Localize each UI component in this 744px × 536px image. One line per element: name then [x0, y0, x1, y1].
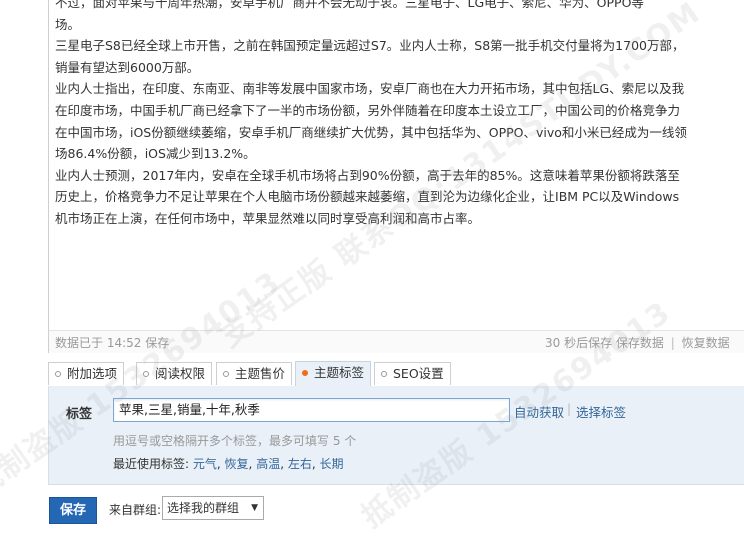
editor-paragraph: 历史上，价格竞争力不足让苹果在个人电脑市场份额越来越萎缩，直到沦为边缘化企业，让… [55, 189, 680, 205]
bullet-icon [143, 370, 149, 377]
editor-paragraph: 三星电子S8已经全球上市开售，之前在韩国预定量远超过S7。业内人士称，S8第一批… [55, 38, 685, 54]
save-data-link[interactable]: 保存数据 [616, 336, 664, 350]
divider: | [567, 402, 572, 416]
auto-fetch-tags-link[interactable]: 自动获取 [514, 402, 564, 421]
editor-paragraph: 业内人士指出，在印度、东南亚、南非等发展中国家市场，安卓厂商也在大力开拓市场，其… [55, 81, 685, 97]
tab-label: 阅读权限 [155, 366, 206, 381]
chevron-down-icon: ▼ [251, 503, 258, 513]
editor-status-bar: 数据已于 14:52 保存 30 秒后保存 保存数据 | 恢复数据 字 [48, 330, 744, 353]
bullet-icon [381, 370, 387, 377]
tab-read-permission[interactable]: 阅读权限 [136, 362, 213, 385]
select-tags-link[interactable]: 选择标签 [576, 402, 626, 421]
bullet-icon [55, 370, 61, 377]
group-select-value: 选择我的群组 [167, 501, 240, 515]
tab-label: 主题标签 [314, 365, 365, 380]
group-select-dropdown[interactable]: 选择我的群组 ▼ [162, 496, 264, 520]
autosave-controls: 30 秒后保存 保存数据 | 恢复数据 字 [545, 334, 744, 351]
editor-paragraph: 销量有望达到6000万部。 [55, 59, 200, 75]
save-button[interactable]: 保存 [49, 497, 97, 524]
editor-paragraph: 在中国市场，iOS份额继续萎缩，安卓手机厂商继续扩大优势，其中包括华为、OPPO… [55, 124, 687, 140]
editor-content[interactable]: 不过，面对苹果与十周年热潮，安卓手机厂商并不会无动于衷。三星电子、LG电子、索尼… [55, 0, 744, 230]
bullet-icon [302, 369, 308, 376]
editor-paragraph: 业内人士预测，2017年内，安卓在全球手机市场将占到90%份额，高于去年的85%… [55, 167, 680, 183]
editor-paragraph: 场。 [55, 16, 81, 32]
recent-tag-link[interactable]: 长期 [320, 457, 344, 471]
post-options-tabs: 附加选项 阅读权限 主题售价 主题标签 SEO设置 [48, 358, 744, 387]
recent-tag-link[interactable]: 左右 [288, 457, 312, 471]
recent-tag-link[interactable]: 恢复 [225, 457, 249, 471]
tab-extra-options[interactable]: 附加选项 [48, 362, 125, 385]
recent-tag-link[interactable]: 高温 [256, 457, 280, 471]
tab-seo-settings[interactable]: SEO设置 [374, 362, 451, 385]
editor-paragraph: 场86.4%份额，iOS减少到13.2%。 [55, 146, 256, 162]
tab-label: SEO设置 [393, 366, 444, 381]
bullet-icon [223, 370, 229, 377]
post-editor[interactable]: 不过，面对苹果与十周年热潮，安卓手机厂商并不会无动于衷。三星电子、LG电子、索尼… [48, 0, 744, 330]
tags-label: 标签 [66, 407, 93, 422]
tab-thread-tags[interactable]: 主题标签 [295, 361, 372, 386]
saved-status-text: 数据已于 14:52 保存 [55, 336, 170, 350]
group-label: 来自群组: [109, 503, 162, 517]
tag-settings-panel: 标签 苹果,三星,销量,十年,秋季 自动获取 | 选择标签 用逗号或空格隔开多个… [48, 386, 744, 485]
editor-paragraph: 机市场正在上演，在任何市场中，苹果显然难以同时享受高利润和高市占率。 [55, 210, 481, 226]
tab-label: 主题售价 [235, 366, 286, 381]
recent-tags-label: 最近使用标签: [113, 457, 190, 471]
tab-thread-price[interactable]: 主题售价 [216, 362, 293, 385]
tags-hint: 用逗号或空格隔开多个标签，最多可填写 5 个 [113, 434, 357, 448]
recent-tags: 最近使用标签: 元气, 恢复, 高温, 左右, 长期 [113, 457, 344, 471]
recent-tag-link[interactable]: 元气 [193, 457, 217, 471]
divider: | [670, 336, 675, 350]
editor-paragraph: 不过，面对苹果与十周年热潮，安卓手机厂商并不会无动于衷。三星电子、LG电子、索尼… [55, 0, 644, 10]
editor-paragraph: 在印度市场，中国手机厂商已经拿下了一半的市场份额，另外伴随着在印度本土设立工厂，… [55, 102, 681, 118]
tags-input[interactable]: 苹果,三星,销量,十年,秋季 [113, 398, 510, 422]
autosave-countdown: 30 秒后保存 [545, 336, 613, 350]
tab-label: 附加选项 [67, 366, 118, 381]
restore-data-link[interactable]: 恢复数据 [682, 336, 730, 350]
